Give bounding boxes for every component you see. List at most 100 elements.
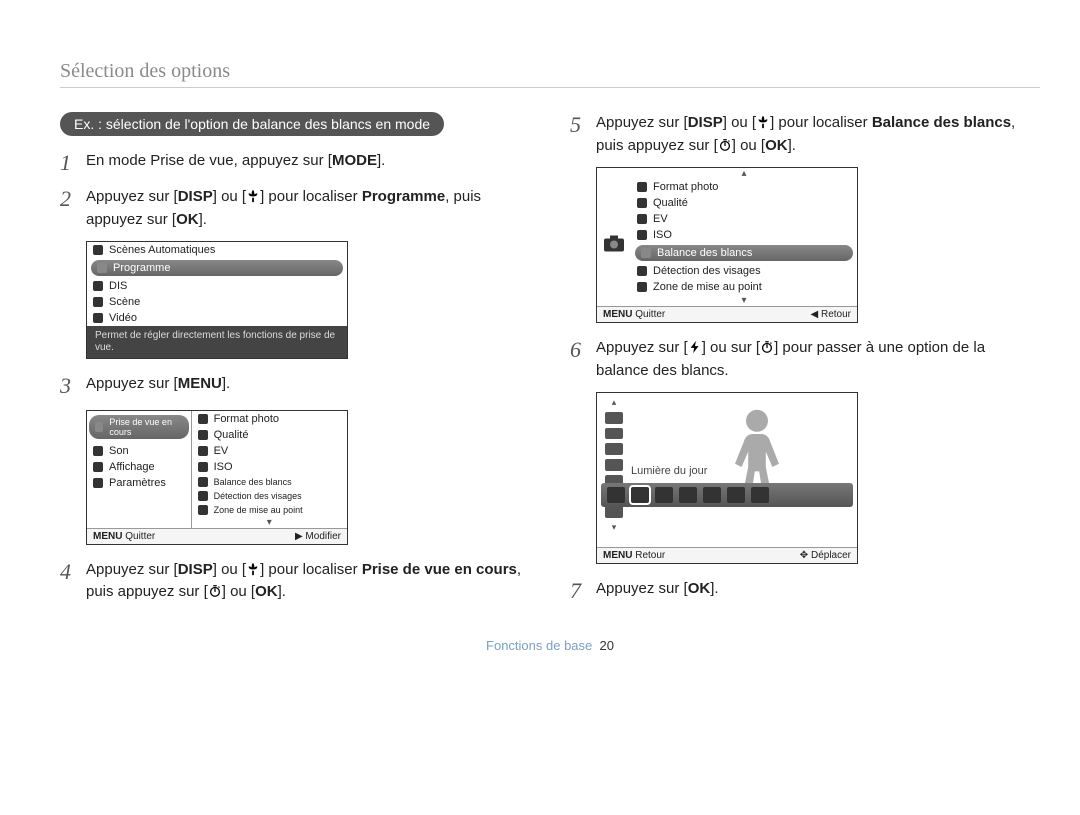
menu-item-selected: Balance des blancs <box>657 247 752 259</box>
text: ]. <box>222 375 230 392</box>
text: ] ou [ <box>723 114 756 131</box>
step-3: 3 Appuyez sur [MENU]. <box>60 373 530 399</box>
step-6: 6 Appuyez sur [] ou sur [] pour passer à… <box>570 337 1040 382</box>
white-balance-screenshot: ▴ ▾ Lumière du jour <box>596 392 858 564</box>
left-icon-column: ▴ ▾ <box>601 397 627 533</box>
settings-menu-screenshot: Prise de vue en cours Son Affichage Para… <box>86 410 348 545</box>
step-number: 4 <box>60 559 78 604</box>
menu-item: Vidéo <box>109 312 137 324</box>
footer-action: Quitter <box>125 531 155 542</box>
macro-icon <box>756 114 770 128</box>
move-icon: ✥ <box>800 550 808 561</box>
menu-item: Scènes Automatiques <box>109 244 215 256</box>
step-1: 1 En mode Prise de vue, appuyez sur [MOD… <box>60 150 530 176</box>
step-number: 6 <box>570 337 588 382</box>
quality-icon <box>637 198 647 208</box>
text: ]. <box>377 152 385 169</box>
menu-item: DIS <box>109 280 127 292</box>
text: Appuyez sur [ <box>86 561 178 578</box>
wb-daylight-icon <box>631 487 649 503</box>
text: Appuyez sur [ <box>86 188 178 205</box>
step-number: 3 <box>60 373 78 399</box>
menu-item: ISO <box>214 461 233 473</box>
step-number: 2 <box>60 186 78 231</box>
display-icon <box>93 462 103 472</box>
text: ]. <box>788 137 796 154</box>
arrow-left-icon: ◀ <box>811 309 819 320</box>
menu-btn-label: MENU <box>603 309 632 320</box>
ev-icon <box>605 443 623 455</box>
ok-button-label: OK <box>176 211 199 228</box>
gear-icon <box>93 478 103 488</box>
wb-custom-icon <box>751 487 769 503</box>
face-icon <box>198 491 208 501</box>
wb-auto-icon <box>607 487 625 503</box>
menu-item: Affichage <box>109 461 155 473</box>
format-icon <box>198 414 208 424</box>
footer-section: Fonctions de base <box>486 638 592 653</box>
menu-item: Qualité <box>653 197 688 209</box>
footer-action: Retour <box>821 309 851 320</box>
shooting-settings-screenshot: Format photo Qualité EV ISO Balance des … <box>596 167 858 323</box>
ok-button-label: OK <box>765 137 788 154</box>
text: Appuyez sur [ <box>596 114 688 131</box>
text: Appuyez sur [ <box>86 375 178 392</box>
text: ] pour localiser <box>260 561 362 578</box>
menu-item: ISO <box>653 229 672 241</box>
text: ] pour localiser <box>770 114 872 131</box>
menu-item: Détection des visages <box>653 265 761 277</box>
menu-button-label: MENU <box>178 375 222 392</box>
iso-icon <box>605 459 623 471</box>
text: ] pour localiser <box>260 188 362 205</box>
step-text: Appuyez sur [MENU]. <box>86 373 530 399</box>
wb-option-label: Lumière du jour <box>631 465 707 477</box>
text: ]. <box>710 580 718 597</box>
menu-item: Zone de mise au point <box>214 505 303 515</box>
shooting-mode-label: Prise de vue en cours <box>362 561 517 578</box>
quality-icon <box>198 430 208 440</box>
mode-menu-screenshot: Scènes Automatiques Programme DIS Scène … <box>86 241 348 359</box>
focus-zone-icon <box>637 282 647 292</box>
quality-icon <box>605 428 623 440</box>
menu-item: Scène <box>109 296 140 308</box>
text: En mode Prise de vue, appuyez sur [ <box>86 152 332 169</box>
page-number: 20 <box>600 638 614 653</box>
arrow-right-icon: ▶ <box>295 531 303 542</box>
dis-icon <box>93 281 103 291</box>
flash-icon <box>688 339 702 353</box>
footer-action: Modifier <box>305 531 341 542</box>
iso-icon <box>637 230 647 240</box>
sound-icon <box>93 446 103 456</box>
step-2: 2 Appuyez sur [DISP] ou [ ] pour localise… <box>60 186 530 231</box>
camera-icon <box>97 263 107 273</box>
menu-item: Détection des visages <box>214 491 302 501</box>
text: Appuyez sur [ <box>596 580 688 597</box>
step-text: Appuyez sur [OK]. <box>596 578 1040 604</box>
text: ] ou [ <box>222 583 255 600</box>
menu-item-selected: Prise de vue en cours <box>109 417 182 437</box>
mode-button-label: MODE <box>332 152 377 169</box>
text: Appuyez sur [ <box>596 339 688 356</box>
macro-icon <box>246 561 260 575</box>
scene-icon <box>93 297 103 307</box>
text: ] ou [ <box>213 188 246 205</box>
example-pill: Ex. : sélection de l'option de balance d… <box>60 112 444 136</box>
menu-item: Format photo <box>214 413 279 425</box>
iso-icon <box>198 462 208 472</box>
wb-cloudy-icon <box>655 487 673 503</box>
step-number: 5 <box>570 112 588 157</box>
text: ] ou [ <box>732 137 765 154</box>
text: ] ou sur [ <box>702 339 760 356</box>
ok-button-label: OK <box>688 580 711 597</box>
mode-hint: Permet de régler directement les fonctio… <box>87 326 347 358</box>
wb-fluorescent-l-icon <box>703 487 721 503</box>
menu-btn-label: MENU <box>603 550 632 561</box>
step-text: En mode Prise de vue, appuyez sur [MODE]… <box>86 150 530 176</box>
ok-button-label: OK <box>255 583 278 600</box>
format-icon <box>605 412 623 424</box>
step-text: Appuyez sur [DISP] ou [] pour localiser … <box>596 112 1040 157</box>
menu-item: Qualité <box>214 429 249 441</box>
disp-button-label: DISP <box>178 188 213 205</box>
text: ] ou [ <box>213 561 246 578</box>
ev-icon <box>637 214 647 224</box>
